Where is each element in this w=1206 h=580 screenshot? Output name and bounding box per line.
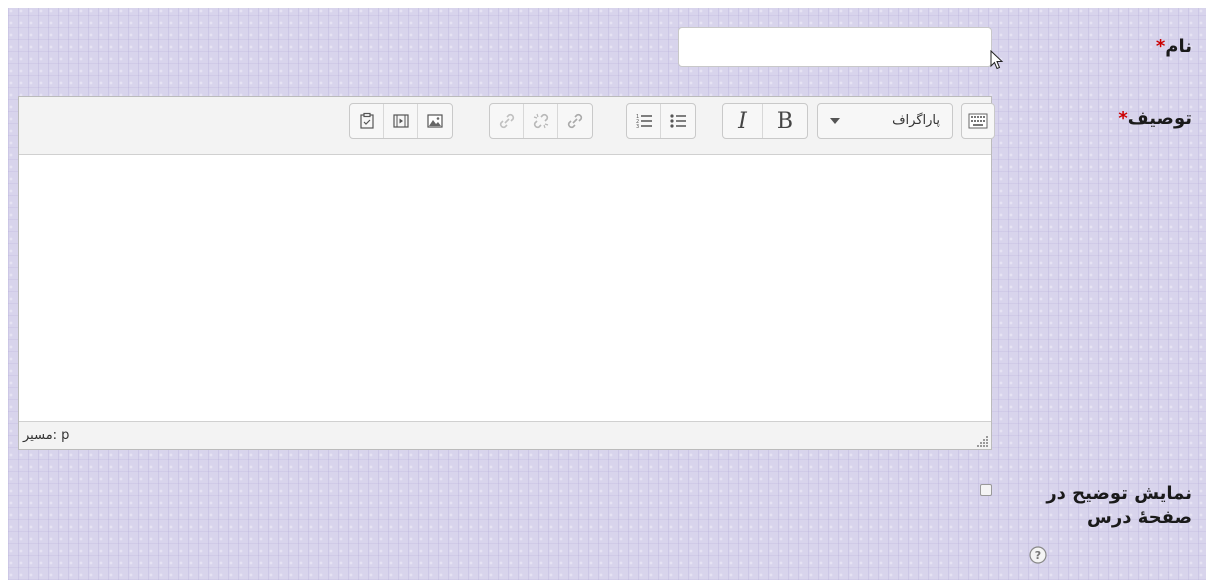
show-description-checkbox[interactable] bbox=[980, 484, 992, 496]
element-path: مسیر: p bbox=[23, 428, 70, 443]
description-label: توصیف* bbox=[1118, 108, 1192, 129]
show-description-label: نمایش توضیح در صفحهٔ درس bbox=[1046, 483, 1192, 528]
anchor-icon bbox=[499, 113, 514, 129]
svg-text:?: ? bbox=[1035, 549, 1041, 562]
editor-statusbar: مسیر: p bbox=[19, 421, 991, 449]
description-label-text: توصیف bbox=[1127, 108, 1192, 129]
name-field-label: نام* bbox=[1156, 36, 1192, 57]
media-icon bbox=[392, 114, 409, 128]
toolbar-toggle-button[interactable] bbox=[961, 103, 995, 139]
link-icon bbox=[567, 113, 583, 129]
paragraph-format-value: پاراگراف bbox=[892, 113, 940, 128]
name-input[interactable] bbox=[678, 27, 992, 67]
unlink-button[interactable] bbox=[524, 104, 558, 138]
editor-toolbar: 1 2 3 I B پاراگراف bbox=[19, 97, 995, 155]
keyboard-icon bbox=[968, 113, 988, 129]
mouse-cursor-icon bbox=[990, 50, 1004, 70]
manage-files-icon bbox=[359, 112, 374, 129]
name-required-marker: * bbox=[1155, 36, 1166, 57]
paragraph-format-select[interactable]: پاراگراف bbox=[817, 103, 953, 139]
resize-handle-icon[interactable] bbox=[977, 435, 989, 447]
toolbar-group-format: I B bbox=[722, 103, 808, 139]
ordered-list-icon: 1 2 3 bbox=[636, 114, 652, 130]
italic-button[interactable]: I bbox=[723, 104, 763, 138]
svg-text:3: 3 bbox=[636, 124, 639, 130]
image-icon bbox=[427, 114, 443, 128]
toolbar-group-insert bbox=[349, 103, 453, 139]
description-required-marker: * bbox=[1118, 108, 1128, 129]
anchor-button[interactable] bbox=[490, 104, 524, 138]
media-button[interactable] bbox=[384, 104, 418, 138]
unordered-list-button[interactable] bbox=[661, 104, 695, 138]
name-label-text: نام bbox=[1165, 36, 1192, 57]
help-icon[interactable]: ? bbox=[1028, 545, 1048, 565]
toolbar-group-links bbox=[489, 103, 593, 139]
bold-button[interactable]: B bbox=[763, 104, 807, 138]
italic-icon: I bbox=[738, 108, 747, 134]
link-button[interactable] bbox=[558, 104, 592, 138]
unordered-list-icon bbox=[670, 114, 686, 128]
manage-files-button[interactable] bbox=[350, 104, 384, 138]
bold-icon: B bbox=[776, 108, 794, 134]
ordered-list-button[interactable]: 1 2 3 bbox=[627, 104, 661, 138]
image-button[interactable] bbox=[418, 104, 452, 138]
unlink-icon bbox=[533, 113, 548, 129]
toolbar-group-lists: 1 2 3 bbox=[626, 103, 696, 139]
editor-content-area[interactable] bbox=[19, 155, 991, 421]
chevron-down-icon bbox=[830, 118, 840, 124]
rich-text-editor: 1 2 3 I B پاراگراف مسیر: p bbox=[18, 96, 995, 450]
